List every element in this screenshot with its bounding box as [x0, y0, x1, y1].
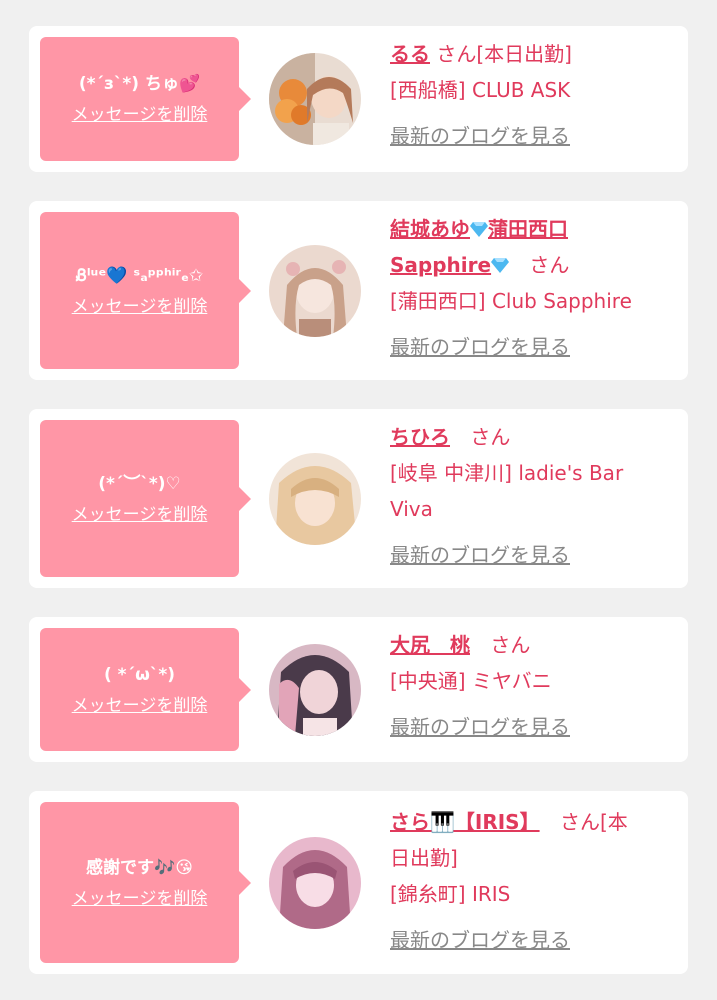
honorific: さん	[529, 253, 570, 277]
honorific: さん[本日出勤]	[436, 42, 572, 66]
shop-label: [中央通] ミヤバニ	[390, 669, 552, 693]
avatar[interactable]	[269, 644, 361, 736]
delete-message-link[interactable]: メッセージを削除	[72, 105, 208, 125]
blog-link[interactable]: 最新のブログを見る	[390, 709, 670, 745]
blog-link[interactable]: 最新のブログを見る	[390, 329, 670, 365]
honorific: さん[本	[559, 810, 628, 834]
shop-label: [錦糸町] IRIS	[390, 882, 511, 906]
message-bubble: Ᏸˡᵘᵉ💙 ˢₐᵖᵖʰⁱʳₑ✩ メッセージを削除	[40, 212, 251, 369]
card-momo: ( *´ω`*) メッセージを削除 大尻 桃 さん [中央通] ミヤバニ 最新の…	[29, 617, 688, 762]
message-bubble: 感謝です🎶😘 メッセージを削除	[40, 802, 251, 963]
message-text: Ᏸˡᵘᵉ💙 ˢₐᵖᵖʰⁱʳₑ✩	[75, 265, 204, 286]
diamond-icon	[470, 222, 488, 237]
avatar[interactable]	[269, 53, 361, 145]
cast-info: るる さん[本日出勤] [西船橋] CLUB ASK 最新のブログを見る	[390, 36, 670, 154]
card-chihiro: (*´︶`*)♡ メッセージを削除 ちひろ さん [岐阜 中津川] ladie'…	[29, 409, 688, 588]
avatar[interactable]	[269, 245, 361, 337]
blog-link[interactable]: 最新のブログを見る	[390, 922, 670, 958]
delete-message-link[interactable]: メッセージを削除	[72, 696, 208, 716]
message-text: ( *´ω`*)	[103, 664, 175, 685]
avatar-photo	[269, 453, 361, 545]
avatar-photo	[269, 837, 361, 929]
message-text: (*´з`*) ちゅ💕	[78, 74, 201, 94]
blog-link[interactable]: 最新のブログを見る	[390, 537, 670, 573]
cast-info: ちひろ さん [岐阜 中津川] ladie's Bar Viva 最新のブログを…	[390, 419, 670, 573]
shop-label: [蒲田西口] Club Sapphire	[390, 289, 632, 313]
cast-name-link[interactable]: さら🎹【IRIS】	[390, 810, 540, 834]
shop-label-cont: Viva	[390, 497, 433, 521]
avatar-photo	[269, 53, 361, 145]
card-ayu: Ᏸˡᵘᵉ💙 ˢₐᵖᵖʰⁱʳₑ✩ メッセージを削除 結城あゆ 蒲田西口 Sapphir…	[29, 201, 688, 380]
cast-info: 結城あゆ 蒲田西口 Sapphire さん [蒲田西口] Club Sapphire…	[390, 211, 670, 365]
avatar-photo	[269, 245, 361, 337]
cast-name-link[interactable]: 大尻 桃	[390, 633, 470, 657]
avatar[interactable]	[269, 837, 361, 929]
message-text: (*´︶`*)♡	[98, 473, 181, 494]
card-sara: 感謝です🎶😘 メッセージを削除 さら🎹【IRIS】 さん[本 日出勤] [錦糸町…	[29, 791, 688, 974]
card-ruru: (*´з`*) ちゅ💕 メッセージを削除 るる さん[本日出勤] [西船橋] C…	[29, 26, 688, 172]
diamond-icon	[491, 258, 510, 273]
cast-name-link[interactable]: ちひろ	[390, 425, 450, 449]
message-text: 感謝です🎶😘	[86, 857, 193, 878]
delete-message-link[interactable]: メッセージを削除	[72, 505, 208, 525]
cast-info: 大尻 桃 さん [中央通] ミヤバニ 最新のブログを見る	[390, 627, 670, 745]
message-bubble: (*´з`*) ちゅ💕 メッセージを削除	[40, 37, 251, 161]
cast-name-link[interactable]: るる	[390, 42, 430, 66]
blog-link[interactable]: 最新のブログを見る	[390, 118, 670, 154]
delete-message-link[interactable]: メッセージを削除	[72, 889, 208, 909]
avatar-photo	[269, 644, 361, 736]
shop-label: [岐阜 中津川] ladie's Bar	[390, 461, 624, 485]
avatar[interactable]	[269, 453, 361, 545]
message-bubble: (*´︶`*)♡ メッセージを削除	[40, 420, 251, 577]
honorific: さん	[470, 425, 511, 449]
shop-label: [西船橋] CLUB ASK	[390, 78, 571, 102]
cast-info: さら🎹【IRIS】 さん[本 日出勤] [錦糸町] IRIS 最新のブログを見る	[390, 804, 670, 958]
delete-message-link[interactable]: メッセージを削除	[72, 297, 208, 317]
honorific-cont: 日出勤]	[390, 846, 458, 870]
honorific: さん	[490, 633, 531, 657]
message-bubble: ( *´ω`*) メッセージを削除	[40, 628, 251, 751]
